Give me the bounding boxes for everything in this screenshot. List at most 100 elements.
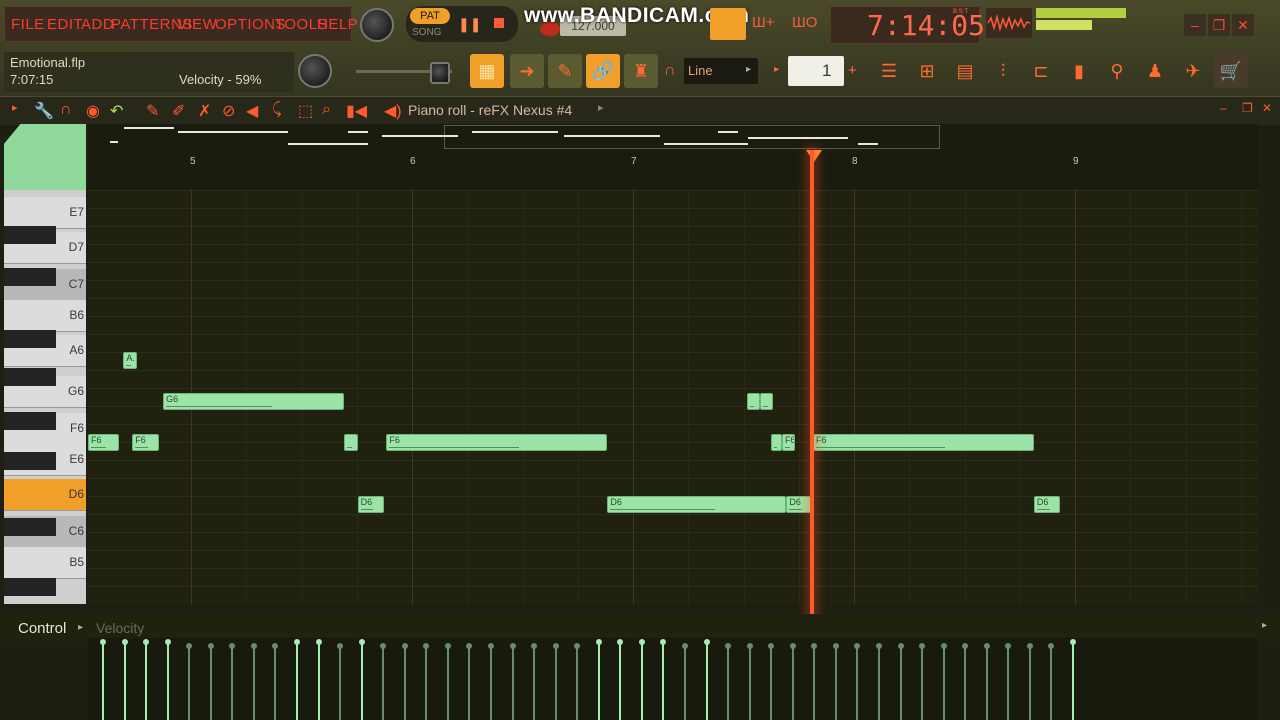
note[interactable] xyxy=(746,393,760,410)
velocity-bar[interactable] xyxy=(811,642,818,720)
velocity-bar[interactable] xyxy=(768,642,775,720)
piano-key-black[interactable] xyxy=(4,578,56,596)
menu-add[interactable]: ADD xyxy=(81,16,114,33)
velocity-bar[interactable] xyxy=(358,639,365,720)
snap-selector[interactable]: Line ▸ xyxy=(684,58,758,84)
metronome-button[interactable] xyxy=(710,8,746,40)
zoom-icon[interactable]: ⌕ xyxy=(322,101,331,119)
note[interactable]: F6 xyxy=(132,434,159,451)
velocity-bar[interactable] xyxy=(962,642,969,720)
velocity-bar[interactable] xyxy=(315,639,322,720)
magnet-snap-icon[interactable]: ∩ xyxy=(60,101,72,119)
piano-key-black[interactable] xyxy=(4,268,56,286)
note[interactable]: F6 xyxy=(781,434,796,451)
tempo-tapper-icon[interactable]: ♟ xyxy=(1138,54,1172,88)
browser-icon[interactable]: ⊏ xyxy=(1024,54,1058,88)
piano-key[interactable]: D6 xyxy=(4,479,86,511)
menu-arrow-icon[interactable]: ▸ xyxy=(12,101,18,114)
velocity-bar[interactable] xyxy=(272,642,279,720)
file-icon[interactable]: ▮ xyxy=(1062,54,1096,88)
piano-key[interactable]: E7 xyxy=(4,197,86,229)
note[interactable]: A. xyxy=(123,352,137,369)
control-arrow-icon[interactable]: ▸ xyxy=(78,622,83,633)
step-edit-icon[interactable]: Ш+ xyxy=(752,14,775,31)
playlist-icon[interactable]: ☰ xyxy=(872,54,906,88)
piano-key[interactable]: B6 xyxy=(4,300,86,332)
playhead-marker[interactable] xyxy=(806,150,822,162)
velocity-lane-label[interactable]: Velocity xyxy=(96,620,144,636)
velocity-bar[interactable] xyxy=(380,642,387,720)
pr-maximize-icon[interactable]: ❐ xyxy=(1242,101,1253,115)
velocity-bar[interactable] xyxy=(940,642,947,720)
channel-rack-icon[interactable]: ▤ xyxy=(948,54,982,88)
piano-roll-icon[interactable]: ▦ xyxy=(470,54,504,88)
note[interactable]: F6 xyxy=(88,434,119,451)
velocity-bar[interactable] xyxy=(401,642,408,720)
velocity-bar[interactable] xyxy=(1026,642,1033,720)
velocity-bar[interactable] xyxy=(574,642,581,720)
wizard-icon[interactable]: ✈ xyxy=(1176,54,1210,88)
menu-circle-icon[interactable]: ◉ xyxy=(86,101,100,121)
note[interactable]: D6 xyxy=(357,496,385,513)
note[interactable]: D6 xyxy=(607,496,787,513)
piano-key-black[interactable] xyxy=(4,330,56,348)
pr-minimize-icon[interactable]: ‒ xyxy=(1220,101,1227,115)
velocity-bar[interactable] xyxy=(444,642,451,720)
velocity-bar[interactable] xyxy=(854,642,861,720)
velocity-bar[interactable] xyxy=(423,642,430,720)
velocity-bar[interactable] xyxy=(897,642,904,720)
velocity-bar[interactable] xyxy=(682,642,688,720)
mute-tool-icon[interactable]: ⊘ xyxy=(222,101,235,121)
select-tool-icon[interactable]: ⬚ xyxy=(298,101,313,121)
velocity-bar[interactable] xyxy=(1070,639,1076,720)
velocity-bar[interactable] xyxy=(746,642,753,720)
delete-tool-icon[interactable]: ✗ xyxy=(198,101,211,121)
menu-help[interactable]: HELP xyxy=(317,16,358,33)
velocity-bar[interactable] xyxy=(186,642,193,720)
loop-record-icon[interactable]: ШО xyxy=(792,14,817,31)
velocity-bar[interactable] xyxy=(509,642,516,720)
velocity-bar[interactable] xyxy=(725,642,732,720)
stop-icon[interactable] xyxy=(494,18,504,28)
velocity-bar[interactable] xyxy=(595,639,602,720)
mixer-icon[interactable]: ⫶ xyxy=(986,54,1020,88)
menu-view[interactable]: VIEW xyxy=(177,16,217,33)
pause-icon[interactable]: ❚❚ xyxy=(458,16,481,33)
playback-tool-icon[interactable]: ▮◀ xyxy=(346,101,367,121)
pat-toggle[interactable]: PAT xyxy=(410,8,450,24)
velocity-bar[interactable] xyxy=(294,639,300,720)
time-ruler[interactable]: 5 6 7 8 9 xyxy=(88,150,1258,191)
shop-icon[interactable]: 🛒 xyxy=(1214,54,1248,88)
speaker-icon[interactable]: ◀ xyxy=(246,101,258,121)
velocity-bar[interactable] xyxy=(617,639,624,720)
song-position-display[interactable]: 7:14:05 B:S:T xyxy=(830,6,985,44)
pencil-icon[interactable]: ✎ xyxy=(548,54,582,88)
piano-key-black[interactable] xyxy=(4,368,56,386)
velocity-bar[interactable] xyxy=(229,642,236,720)
prev-pattern-icon[interactable]: ▸ xyxy=(774,64,779,75)
wrench-icon[interactable]: 🔧 xyxy=(34,101,54,121)
menu-edit[interactable]: EDIT xyxy=(47,16,83,33)
velocity-lane[interactable] xyxy=(88,638,1258,720)
velocity-bar[interactable] xyxy=(789,642,796,720)
pattern-overview[interactable] xyxy=(88,124,1258,150)
note[interactable] xyxy=(344,434,358,451)
velocity-bar[interactable] xyxy=(876,642,882,720)
note[interactable]: D6 xyxy=(786,496,813,513)
plugin-icon[interactable]: ⚲ xyxy=(1100,54,1134,88)
paint-tool-icon[interactable]: ✐ xyxy=(172,101,185,121)
note[interactable] xyxy=(759,393,774,410)
velocity-bar[interactable] xyxy=(919,642,926,720)
master-pitch-knob[interactable] xyxy=(298,54,332,88)
velocity-bar[interactable] xyxy=(143,639,150,720)
minimize-icon[interactable]: ‒ xyxy=(1184,14,1206,36)
link-icon[interactable]: 🔗 xyxy=(586,54,620,88)
stamp-icon[interactable]: ♜ xyxy=(624,54,658,88)
pattern-selector[interactable]: 1 xyxy=(788,56,844,86)
velocity-bar[interactable] xyxy=(250,642,257,720)
piano-key-black[interactable] xyxy=(4,452,56,470)
velocity-bar[interactable] xyxy=(164,639,171,720)
close-icon[interactable]: ✕ xyxy=(1232,14,1254,36)
master-volume-knob[interactable] xyxy=(360,8,394,42)
note-grid[interactable]: A. G6 F6 F6 F6 D6 D6 F6 D6 F6 D6 xyxy=(88,190,1258,604)
